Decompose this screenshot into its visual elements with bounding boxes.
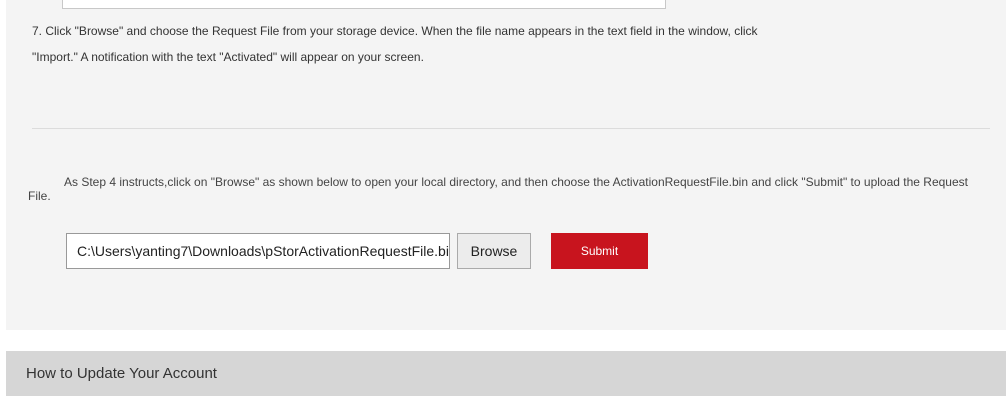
section-title: How to Update Your Account bbox=[26, 365, 217, 382]
step-7-line-1: 7. Click "Browse" and choose the Request… bbox=[32, 24, 758, 38]
update-account-section-header[interactable]: How to Update Your Account bbox=[6, 351, 1006, 396]
step-7-text: 7. Click "Browse" and choose the Request… bbox=[32, 18, 982, 70]
step-content-panel: 7. Click "Browse" and choose the Request… bbox=[6, 0, 1006, 330]
previous-screenshot-frame bbox=[62, 0, 666, 9]
file-path-value: C:\Users\yanting7\Downloads\pStorActivat… bbox=[77, 243, 450, 259]
browse-button[interactable]: Browse bbox=[457, 233, 531, 269]
file-path-field[interactable]: C:\Users\yanting7\Downloads\pStorActivat… bbox=[66, 233, 450, 269]
upload-instruction: As Step 4 instructs,click on "Browse" as… bbox=[28, 175, 968, 203]
submit-button[interactable]: Submit bbox=[551, 233, 648, 269]
section-divider bbox=[32, 128, 990, 129]
step-7-line-2: "Import." A notification with the text "… bbox=[32, 50, 424, 64]
